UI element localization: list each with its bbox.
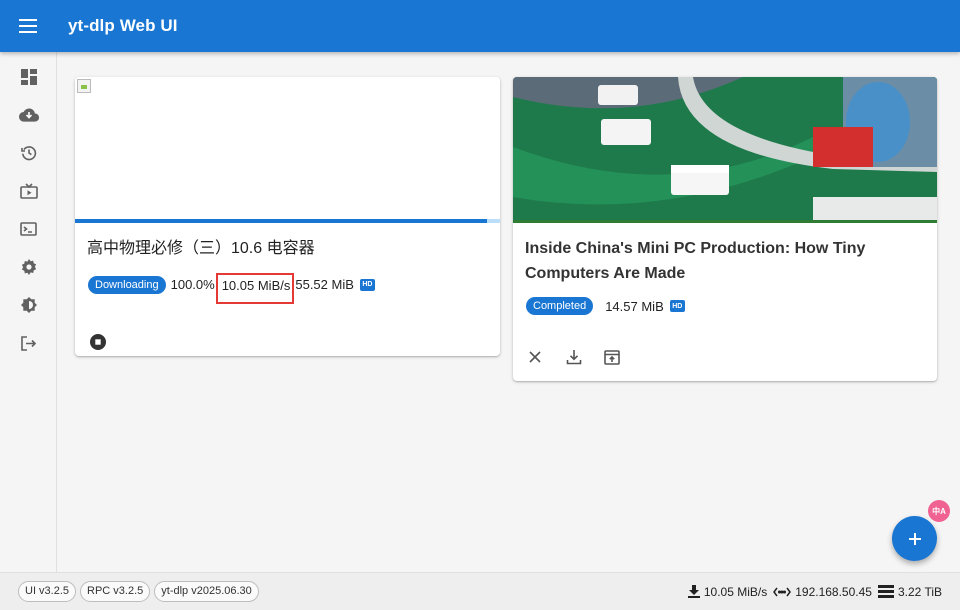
plus-icon [908,532,921,545]
total-speed-value: 10.05 MiB/s [703,584,768,599]
menu-icon [19,19,37,33]
sidebar-item-history[interactable] [0,134,57,172]
stop-icon [90,334,106,350]
add-download-button[interactable] [892,516,937,561]
download-icon [566,350,582,365]
server-host: 192.168.50.45 [773,585,872,599]
theme-icon [20,297,37,313]
video-title: 高中物理必修（三）10.6 电容器 [87,240,315,257]
sidebar-item-terminal[interactable] [0,210,57,248]
progress-percent: 100.0% [170,277,215,292]
cloud-download-icon [18,108,39,122]
app-bar: yt-dlp Web UI [0,0,960,52]
ytdlp-version-chip[interactable]: yt-dlp v2025.06.30 [154,581,259,602]
subscriptions-icon [19,183,38,199]
status-chip[interactable]: Downloading [88,275,166,294]
open-in-player-button[interactable] [601,345,639,369]
free-space: 3.22 TiB [877,584,942,599]
download-progress-bar [75,219,500,223]
open-in-player-icon [604,349,620,365]
terminal-icon [20,222,37,236]
download-card-1: 高中物理必修（三）10.6 电容器 Downloading 100.0% 10.… [75,77,500,356]
progress-bar-fill [75,219,488,223]
logout-icon [21,335,37,351]
free-space-value: 3.22 TiB [897,584,942,599]
total-speed: 10.05 MiB/s [687,584,768,599]
status-footer: UI v3.2.5 RPC v3.2.5 yt-dlp v2025.06.30 … [0,572,960,610]
card-actions [75,330,500,354]
download-speed: 10.05 MiB/s [215,273,295,304]
sidebar [0,52,57,572]
settings-icon [21,259,36,275]
menu-button[interactable] [0,0,56,52]
video-thumbnail [513,77,937,223]
history-icon [20,146,36,161]
download-meta: Downloading 100.0% 10.05 MiB/s 55.52 MiB… [75,269,500,304]
ui-version-chip[interactable]: UI v3.2.5 [18,581,77,602]
server-host-value: 192.168.50.45 [795,584,872,599]
hd-icon: HD [359,278,375,291]
status-chip[interactable]: Completed [526,297,594,315]
broken-image-icon [77,79,91,93]
download-card-2: Inside China's Mini PC Production: How T… [513,77,937,381]
clear-button[interactable] [525,345,563,369]
storage-icon [877,585,894,598]
download-icon [687,585,700,598]
file-size: 55.52 MiB [295,277,354,292]
sidebar-item-logout[interactable] [0,324,57,362]
sidebar-item-theme[interactable] [0,286,57,324]
video-title: Inside China's Mini PC Production: How T… [525,240,866,282]
app-title: yt-dlp Web UI [68,16,178,35]
thumbnail-placeholder [75,77,500,219]
card-actions [513,345,937,369]
sidebar-item-dashboard[interactable] [0,58,57,96]
stop-button[interactable] [87,330,125,354]
download-meta: Completed 14.57 MiB HD [513,297,937,315]
translate-extension-icon[interactable]: 中A [928,500,950,522]
sidebar-item-settings[interactable] [0,248,57,286]
file-size: 14.57 MiB [605,298,664,314]
download-file-button[interactable] [563,345,601,369]
hd-icon: HD [669,300,685,312]
dashboard-icon [20,69,37,85]
rpc-version-chip[interactable]: RPC v3.2.5 [80,581,151,602]
sidebar-item-subscriptions[interactable] [0,172,57,210]
sidebar-item-downloads[interactable] [0,96,57,134]
connection-icon [773,587,792,596]
close-icon [529,351,541,363]
footer-stats: 10.05 MiB/s 192.168.50.45 3.22 TiB [682,585,942,599]
